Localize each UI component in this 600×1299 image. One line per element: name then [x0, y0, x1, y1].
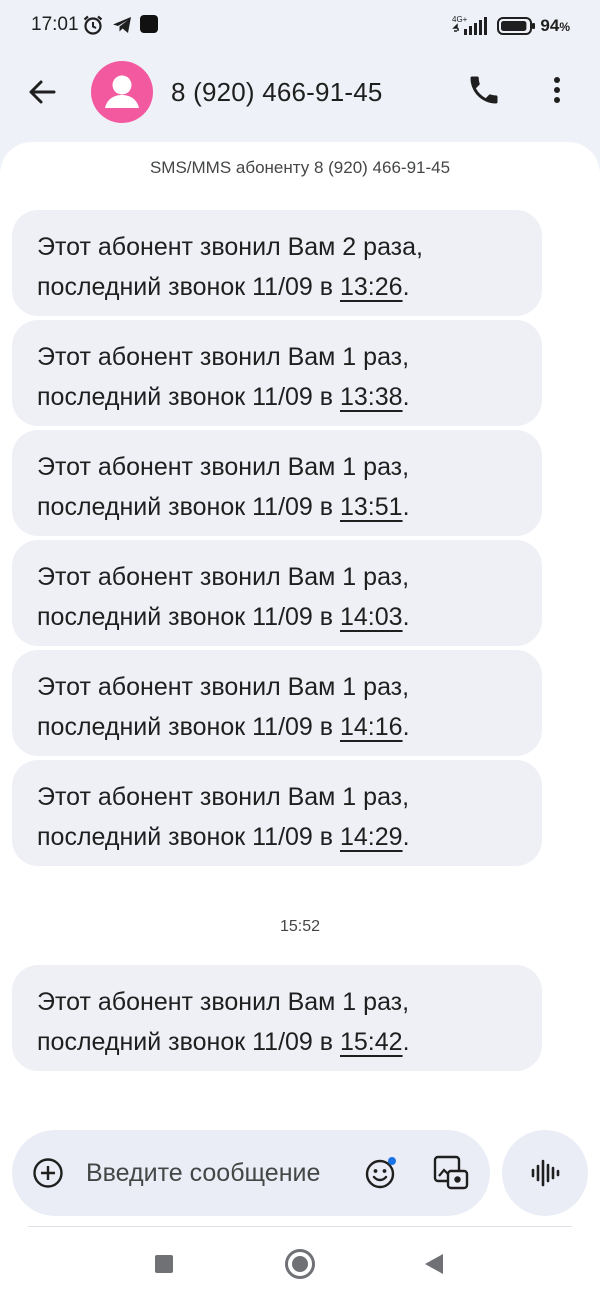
- message-bubble[interactable]: Этот абонент звонил Вам 1 раз, последний…: [12, 320, 542, 426]
- message-time-link[interactable]: 14:16: [340, 713, 403, 741]
- add-attachment-button[interactable]: [32, 1157, 64, 1189]
- arrow-left-icon: [29, 80, 56, 104]
- message-line: Этот абонент звонил Вам 1 раз,: [37, 343, 410, 371]
- message-suffix: .: [402, 273, 410, 301]
- message-time-link[interactable]: 14:03: [340, 603, 403, 631]
- message-suffix: .: [402, 713, 410, 741]
- message-line: последний звонок 11/09 в 14:16.: [37, 707, 522, 747]
- network-type-label: 4G+: [452, 15, 468, 24]
- battery-icon: [497, 16, 537, 41]
- message-line: Этот абонент звонил Вам 1 раз,: [37, 453, 410, 481]
- message-bubble[interactable]: Этот абонент звонил Вам 1 раз, последний…: [12, 760, 542, 866]
- status-bar: 17:01 4G+ 94%: [0, 0, 600, 52]
- message-suffix: .: [402, 383, 410, 411]
- message-line: последний звонок 11/09 в 13:26.: [37, 267, 522, 307]
- message-line: Этот абонент звонил Вам 1 раз,: [37, 673, 410, 701]
- message-line: Этот абонент звонил Вам 1 раз,: [37, 563, 410, 591]
- message-text: последний звонок 11/09 в: [37, 603, 340, 631]
- telegram-icon: [111, 14, 133, 41]
- message-suffix: .: [402, 1028, 410, 1056]
- battery-percent-value: 94: [540, 16, 560, 35]
- message-time-link[interactable]: 14:29: [340, 823, 403, 851]
- message-suffix: .: [402, 493, 410, 521]
- image-gallery-icon: [433, 1155, 469, 1190]
- phone-icon: [470, 76, 498, 104]
- message-bubble[interactable]: Этот абонент звонил Вам 1 раз, последний…: [12, 430, 542, 536]
- conversation-header: 8 (920) 466-91-45: [0, 52, 600, 140]
- time-separator: 15:52: [279, 918, 321, 935]
- message-time-link[interactable]: 13:38: [340, 383, 403, 411]
- gallery-button[interactable]: [432, 1154, 470, 1192]
- message-time-link[interactable]: 13:51: [340, 493, 403, 521]
- person-icon: [105, 75, 139, 108]
- conversation-view[interactable]: SMS/MMS абоненту 8 (920) 466-91-45 Этот …: [0, 142, 600, 1299]
- system-back-button[interactable]: [425, 1254, 443, 1274]
- back-button[interactable]: [22, 72, 62, 112]
- message-text: последний звонок 11/09 в: [37, 1028, 340, 1056]
- message-suffix: .: [402, 823, 410, 851]
- call-button[interactable]: [466, 72, 502, 108]
- message-bubble[interactable]: Этот абонент звонил Вам 1 раз, последний…: [12, 650, 542, 756]
- more-vert-icon: [554, 77, 560, 103]
- more-options-button[interactable]: [540, 72, 574, 108]
- message-bubble[interactable]: Этот абонент звонил Вам 2 раза, последни…: [12, 210, 542, 316]
- recents-button[interactable]: [155, 1255, 173, 1273]
- message-bubble[interactable]: Этот абонент звонил Вам 1 раз, последний…: [12, 540, 542, 646]
- message-line: Этот абонент звонил Вам 1 раз,: [37, 988, 410, 1016]
- home-button[interactable]: [285, 1249, 315, 1279]
- status-time: 17:01: [31, 14, 79, 35]
- message-composer: [12, 1130, 490, 1216]
- channel-note: SMS/MMS абоненту 8 (920) 466-91-45: [149, 158, 451, 177]
- waveform-icon: [531, 1159, 560, 1187]
- signal-icon: 4G+: [452, 14, 492, 41]
- message-line: Этот абонент звонил Вам 1 раз,: [37, 783, 410, 811]
- message-text: последний звонок 11/09 в: [37, 273, 340, 301]
- message-line: последний звонок 11/09 в 13:38.: [37, 377, 522, 417]
- message-time-link[interactable]: 15:42: [340, 1028, 403, 1056]
- app-notification-icon: [139, 14, 159, 39]
- message-line: последний звонок 11/09 в 15:42.: [37, 1022, 522, 1062]
- message-bubble[interactable]: Этот абонент звонил Вам 1 раз, последний…: [12, 965, 542, 1071]
- message-line: последний звонок 11/09 в 14:29.: [37, 817, 522, 857]
- message-text: последний звонок 11/09 в: [37, 383, 340, 411]
- system-nav-bar: [0, 1227, 600, 1299]
- add-circle-icon: [33, 1158, 63, 1188]
- message-text: последний звонок 11/09 в: [37, 493, 340, 521]
- alarm-icon: [82, 14, 104, 41]
- message-line: последний звонок 11/09 в 13:51.: [37, 487, 522, 527]
- message-line: Этот абонент звонил Вам 2 раза,: [37, 233, 423, 261]
- emoji-button[interactable]: [364, 1156, 398, 1190]
- message-time-link[interactable]: 13:26: [340, 273, 403, 301]
- battery-percent-unit: %: [559, 20, 570, 34]
- message-suffix: .: [402, 603, 410, 631]
- message-text: последний звонок 11/09 в: [37, 823, 340, 851]
- message-line: последний звонок 11/09 в 14:03.: [37, 597, 522, 637]
- emoji-icon: [365, 1157, 396, 1189]
- battery-percent: 94%: [540, 16, 570, 36]
- message-text: последний звонок 11/09 в: [37, 713, 340, 741]
- avatar[interactable]: [91, 61, 153, 123]
- contact-name[interactable]: 8 (920) 466-91-45: [171, 77, 383, 108]
- voice-message-button[interactable]: [502, 1130, 588, 1216]
- message-input[interactable]: [86, 1130, 356, 1216]
